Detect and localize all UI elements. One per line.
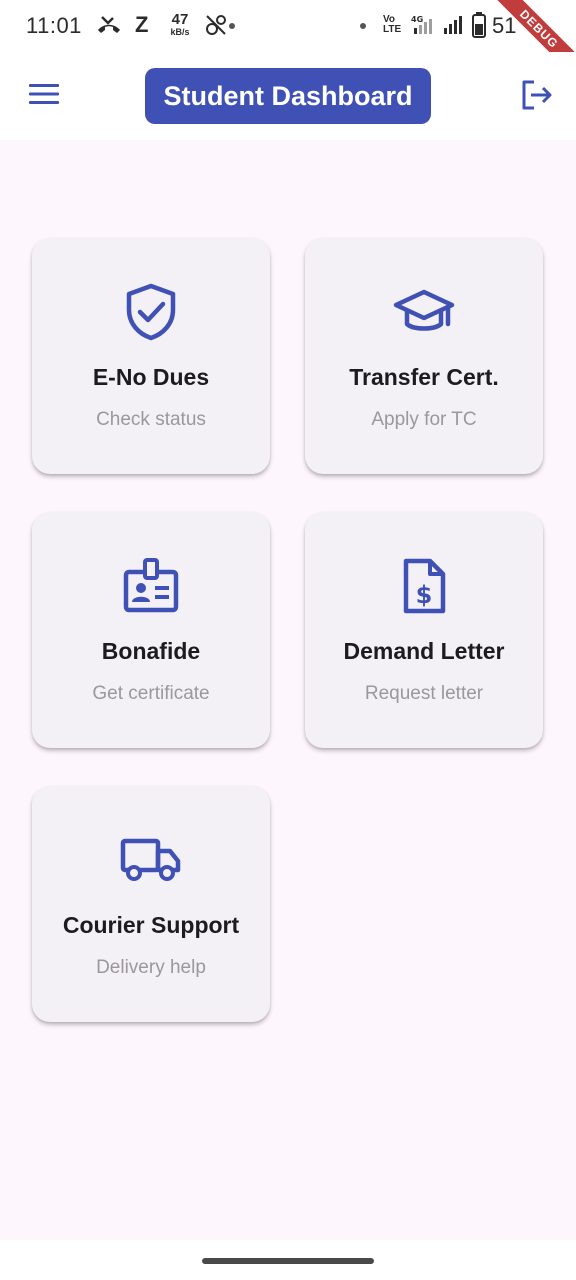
- location-off-icon: [204, 13, 228, 42]
- dashboard-content: E-No Dues Check status Transfer Cert. Ap…: [0, 140, 576, 1240]
- card-title: E-No Dues: [92, 364, 210, 390]
- battery-icon: [472, 12, 486, 43]
- card-title: Courier Support: [62, 912, 240, 938]
- svg-text:$: $: [416, 581, 433, 609]
- signal-icon: [443, 14, 465, 41]
- home-indicator[interactable]: [202, 1258, 374, 1264]
- card-demand-letter[interactable]: $ Demand Letter Request letter: [305, 512, 543, 748]
- notification-dot-right: [360, 23, 366, 29]
- shield-check-icon: [32, 280, 270, 344]
- card-title: Bonafide: [101, 638, 201, 664]
- card-bonafide[interactable]: Bonafide Get certificate: [32, 512, 270, 748]
- network-speed: 47 kB/s: [168, 12, 192, 37]
- status-time: 11:01: [26, 13, 82, 38]
- card-courier-support[interactable]: Courier Support Delivery help: [32, 786, 270, 1022]
- status-bar: 11:01 Z 47 kB/s Vo LTE 4G 51: [0, 0, 576, 52]
- page-title: Student Dashboard: [145, 68, 431, 124]
- dollar-document-icon: $: [305, 554, 543, 618]
- hamburger-menu-icon: [28, 82, 60, 111]
- menu-button[interactable]: [22, 76, 66, 116]
- card-transfer-cert[interactable]: Transfer Cert. Apply for TC: [305, 238, 543, 474]
- graduation-cap-icon: [305, 280, 543, 344]
- system-nav-bar: [0, 1240, 576, 1280]
- logout-button[interactable]: [514, 76, 560, 118]
- truck-icon: [32, 828, 270, 892]
- network-speed-unit: kB/s: [170, 27, 190, 37]
- volte-bottom: LTE: [383, 24, 402, 35]
- network-speed-value: 47: [171, 11, 189, 28]
- card-e-no-dues[interactable]: E-No Dues Check status: [32, 238, 270, 474]
- notification-dot: [229, 23, 235, 29]
- battery-percent: 51: [492, 13, 517, 38]
- svg-text:4G: 4G: [411, 15, 423, 24]
- card-subtitle: Check status: [96, 409, 206, 430]
- card-subtitle: Request letter: [364, 683, 484, 704]
- card-title: Transfer Cert.: [349, 364, 499, 390]
- card-subtitle: Delivery help: [96, 957, 206, 978]
- card-title: Demand Letter: [343, 638, 505, 664]
- missed-call-icon: [96, 14, 122, 41]
- z-app-icon: Z: [135, 12, 149, 37]
- card-subtitle: Apply for TC: [371, 409, 477, 430]
- logout-icon: [520, 79, 554, 116]
- app-bar: Student Dashboard: [0, 52, 576, 140]
- card-subtitle: Get certificate: [92, 683, 210, 704]
- volte-indicator: Vo LTE: [383, 15, 409, 35]
- signal-4g-icon: 4G: [411, 14, 441, 41]
- id-badge-icon: [32, 554, 270, 618]
